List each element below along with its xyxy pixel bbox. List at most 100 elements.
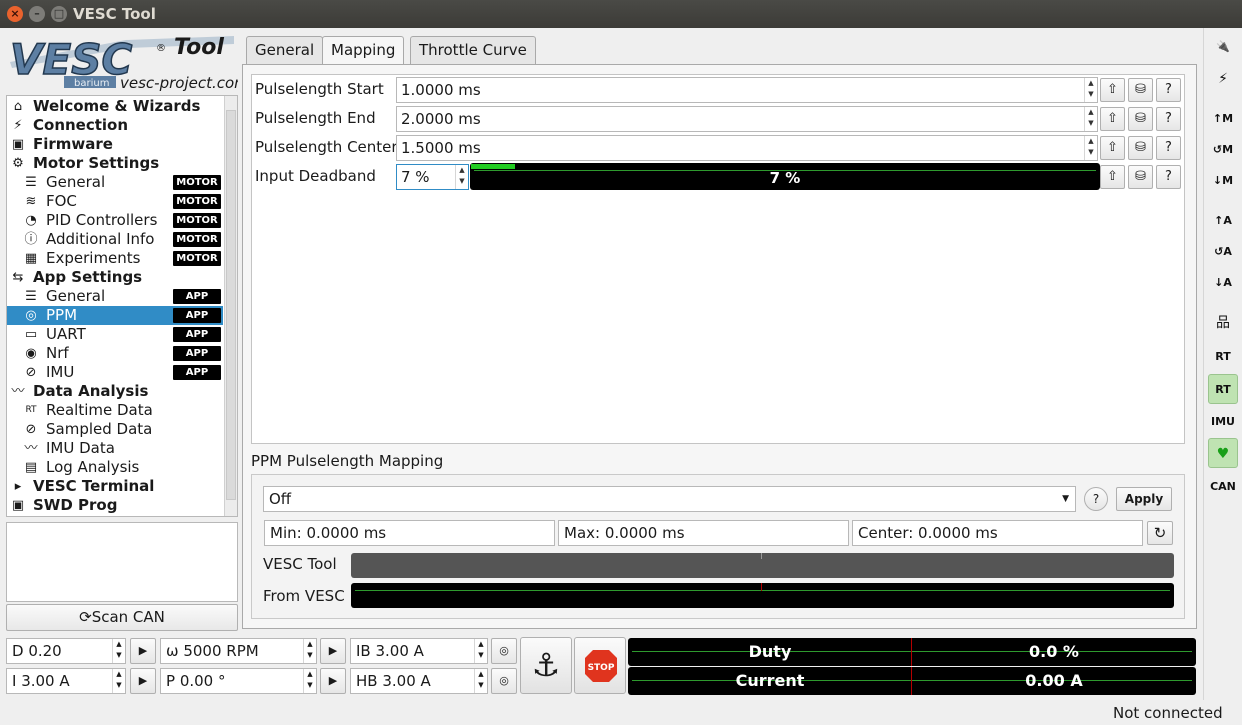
tree-item-sampled-data[interactable]: ⊘ Sampled Data bbox=[7, 420, 223, 439]
read-default-motor-config-icon[interactable]: ↺M bbox=[1208, 135, 1238, 165]
rt-data-icon[interactable]: RT bbox=[1208, 342, 1238, 372]
can-fwd-icon[interactable]: 品 bbox=[1208, 308, 1238, 338]
tree-item-label: Sampled Data bbox=[46, 420, 153, 438]
pulselength-start-field[interactable]: 1.0000 ms ▲ ▼ bbox=[396, 77, 1098, 103]
imu-stream-icon[interactable]: IMU bbox=[1208, 407, 1238, 437]
duty-input[interactable]: D 0.20 ▲ ▼ bbox=[6, 638, 126, 664]
stop-button[interactable]: STOP bbox=[574, 637, 626, 694]
upload-button[interactable]: ⇧ bbox=[1100, 78, 1125, 102]
current-input[interactable]: I 3.00 A ▲ ▼ bbox=[6, 668, 126, 694]
close-window-button[interactable]: × bbox=[7, 6, 23, 22]
set-current-button[interactable]: ▶ bbox=[130, 668, 156, 694]
heartbeat-icon[interactable]: ♥ bbox=[1208, 438, 1238, 468]
brake-current-input[interactable]: IB 3.00 A ▲ ▼ bbox=[350, 638, 488, 664]
tree-item-foc[interactable]: ≋ FOC MOTOR bbox=[7, 192, 223, 211]
set-brake-button[interactable]: ◎ bbox=[491, 638, 517, 664]
handbrake-current-input[interactable]: HB 3.00 A ▲ ▼ bbox=[350, 668, 488, 694]
can-icon[interactable]: CAN bbox=[1208, 472, 1238, 502]
tree-item-experiments[interactable]: ▦ Experiments MOTOR bbox=[7, 249, 223, 268]
title-bar: × – □ VESC Tool bbox=[0, 0, 1242, 28]
tree-item-imu[interactable]: ⊘ IMU APP bbox=[7, 363, 223, 382]
rpm-input[interactable]: ω 5000 RPM ▲ ▼ bbox=[160, 638, 317, 664]
tab-mapping[interactable]: Mapping bbox=[322, 36, 405, 66]
maximize-window-button[interactable]: □ bbox=[51, 6, 67, 22]
write-app-config-icon[interactable]: ↓A bbox=[1208, 268, 1238, 298]
duty-gauge: Duty 0.0 % bbox=[628, 638, 1196, 666]
connect-icon[interactable]: 🔌 bbox=[1208, 32, 1238, 62]
tree-item-connection[interactable]: ⚡ Connection bbox=[7, 116, 223, 135]
spin-arrows[interactable]: ▲ ▼ bbox=[112, 669, 125, 693]
spin-arrows[interactable]: ▲ ▼ bbox=[455, 165, 468, 189]
pulselength-end-field[interactable]: 2.0000 ms ▲ ▼ bbox=[396, 106, 1098, 132]
help-button[interactable]: ? bbox=[1156, 107, 1181, 131]
tree-item-imu-data[interactable]: 〰 IMU Data bbox=[7, 439, 223, 458]
config-type-badge: APP bbox=[173, 327, 221, 342]
spin-arrows[interactable]: ▲ ▼ bbox=[303, 669, 316, 693]
spin-arrows[interactable]: ▲ ▼ bbox=[1084, 78, 1097, 102]
apply-button[interactable]: Apply bbox=[1116, 487, 1172, 511]
restore-default-button[interactable]: ⛁ bbox=[1128, 107, 1153, 131]
set-handbrake-button[interactable]: ◎ bbox=[491, 668, 517, 694]
tab-throttle-curve[interactable]: Throttle Curve bbox=[410, 36, 536, 65]
spin-arrows[interactable]: ▲ ▼ bbox=[474, 639, 487, 663]
tree-item-label: Additional Info bbox=[46, 230, 155, 248]
spin-arrows[interactable]: ▲ ▼ bbox=[112, 639, 125, 663]
mapping-mode-select[interactable]: Off ▼ bbox=[263, 486, 1076, 512]
gamepad-icon: ◎ bbox=[25, 308, 37, 323]
set-position-button[interactable]: ▶ bbox=[320, 668, 346, 694]
can-device-list[interactable] bbox=[6, 522, 238, 602]
navigation-tree[interactable]: ⌂ Welcome & Wizards ⚡ Connection ▣ Firmware ⚙ M… bbox=[6, 95, 238, 517]
tree-scrollbar-thumb[interactable] bbox=[226, 110, 236, 500]
mapping-help-button[interactable]: ? bbox=[1084, 487, 1108, 511]
read-default-app-config-icon[interactable]: ↺A bbox=[1208, 237, 1238, 267]
from-vesc-label: From VESC bbox=[263, 587, 345, 605]
restore-default-button[interactable]: ⛁ bbox=[1128, 136, 1153, 160]
tree-item-realtime-data[interactable]: RT Realtime Data bbox=[7, 401, 223, 420]
tree-item-swd-prog[interactable]: ▣ SWD Prog bbox=[7, 496, 223, 515]
upload-button[interactable]: ⇧ bbox=[1100, 107, 1125, 131]
minimize-window-button[interactable]: – bbox=[29, 6, 45, 22]
spin-arrows[interactable]: ▲ ▼ bbox=[474, 669, 487, 693]
pulselength-center-field[interactable]: 1.5000 ms ▲ ▼ bbox=[396, 135, 1098, 161]
upload-button[interactable]: ⇧ bbox=[1100, 165, 1125, 189]
input-deadband-field[interactable]: 7 % ▲ ▼ bbox=[396, 164, 469, 190]
tree-item-app-settings[interactable]: ⇆ App Settings bbox=[7, 268, 223, 287]
read-app-config-icon[interactable]: ↑A bbox=[1208, 206, 1238, 236]
reset-button[interactable]: ↻ bbox=[1147, 521, 1173, 545]
anchor-button[interactable]: ⚓ bbox=[520, 637, 572, 694]
position-input[interactable]: P 0.00 ° ▲ ▼ bbox=[160, 668, 317, 694]
svg-text:STOP: STOP bbox=[588, 663, 615, 673]
read-motor-config-icon[interactable]: ↑M bbox=[1208, 104, 1238, 134]
spin-arrows[interactable]: ▲ ▼ bbox=[1084, 107, 1097, 131]
tree-item-additional-info[interactable]: ⓘ Additional Info MOTOR bbox=[7, 230, 223, 249]
restore-default-button[interactable]: ⛁ bbox=[1128, 78, 1153, 102]
tree-item-pid-controllers[interactable]: ◔ PID Controllers MOTOR bbox=[7, 211, 223, 230]
spin-arrows[interactable]: ▲ ▼ bbox=[1084, 136, 1097, 160]
set-rpm-button[interactable]: ▶ bbox=[320, 638, 346, 664]
help-button[interactable]: ? bbox=[1156, 165, 1181, 189]
deadband-bar-text: 7 % bbox=[769, 169, 801, 187]
tree-item-motor-settings[interactable]: ⚙ Motor Settings bbox=[7, 154, 223, 173]
disconnect-icon[interactable]: ⚡ bbox=[1208, 64, 1238, 94]
tree-scrollbar[interactable] bbox=[224, 96, 237, 516]
tree-item-uart[interactable]: ▭ UART APP bbox=[7, 325, 223, 344]
write-motor-config-icon[interactable]: ↓M bbox=[1208, 166, 1238, 196]
tree-item-general[interactable]: ☰ General MOTOR bbox=[7, 173, 223, 192]
tree-item-vesc-terminal[interactable]: ▸ VESC Terminal bbox=[7, 477, 223, 496]
scan-can-button[interactable]: ⟳Scan CAN bbox=[6, 604, 238, 631]
set-duty-button[interactable]: ▶ bbox=[130, 638, 156, 664]
help-button[interactable]: ? bbox=[1156, 136, 1181, 160]
tree-item-welcome-wizards[interactable]: ⌂ Welcome & Wizards bbox=[7, 97, 223, 116]
tree-item-general[interactable]: ☰ General APP bbox=[7, 287, 223, 306]
tree-item-firmware[interactable]: ▣ Firmware bbox=[7, 135, 223, 154]
tree-item-log-analysis[interactable]: ▤ Log Analysis bbox=[7, 458, 223, 477]
upload-button[interactable]: ⇧ bbox=[1100, 136, 1125, 160]
tab-general[interactable]: General bbox=[246, 36, 324, 65]
restore-default-button[interactable]: ⛁ bbox=[1128, 165, 1153, 189]
rt-app-icon[interactable]: RT bbox=[1208, 374, 1238, 404]
tree-item-ppm[interactable]: ◎ PPM APP bbox=[7, 306, 223, 325]
tree-item-nrf[interactable]: ◉ Nrf APP bbox=[7, 344, 223, 363]
spin-arrows[interactable]: ▲ ▼ bbox=[303, 639, 316, 663]
tree-item-data-analysis[interactable]: 〰 Data Analysis bbox=[7, 382, 223, 401]
help-button[interactable]: ? bbox=[1156, 78, 1181, 102]
